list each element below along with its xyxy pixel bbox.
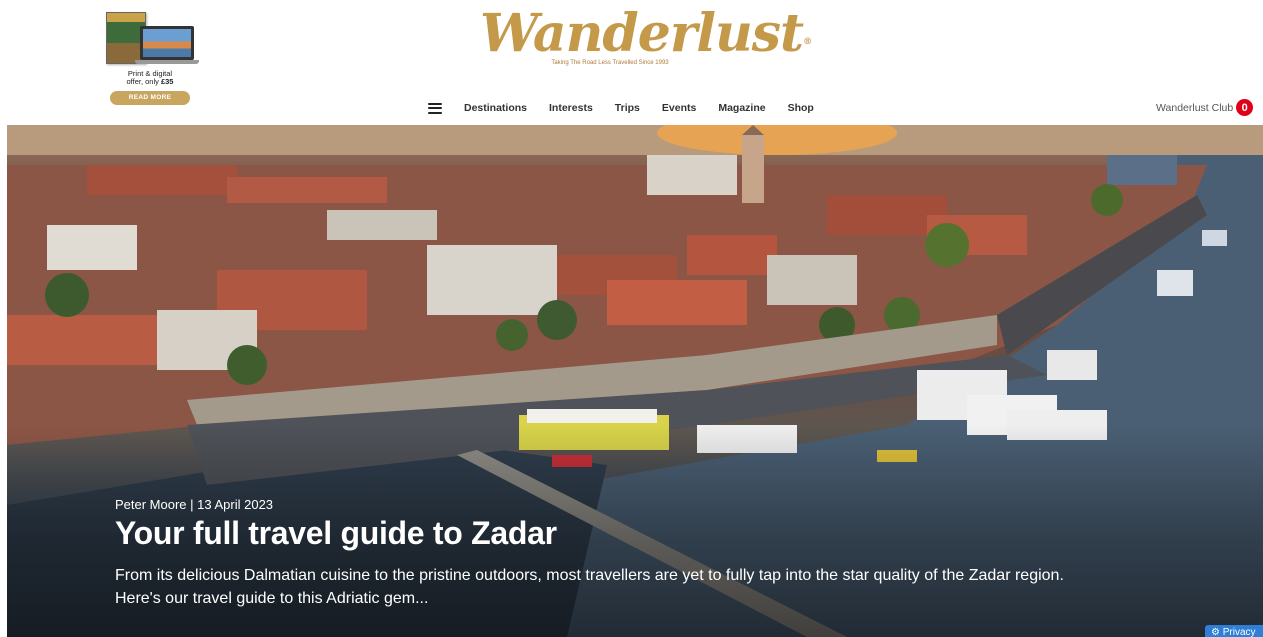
gear-icon: ⚙ [1211, 627, 1220, 637]
magazine-offer-image[interactable] [102, 10, 199, 66]
nav-magazine[interactable]: Magazine [718, 102, 765, 114]
hamburger-icon[interactable] [428, 102, 442, 114]
promo-text: Print & digital offer, only £35 [100, 70, 200, 86]
privacy-label: Privacy [1222, 627, 1256, 637]
article-title[interactable]: Your full travel guide to Zadar [115, 515, 557, 552]
wanderlust-club-link[interactable]: Wanderlust Club 0 [1156, 99, 1254, 116]
laptop-base [135, 60, 199, 64]
logo-wordmark: Wanderlust® [480, 6, 812, 62]
nav-shop[interactable]: Shop [788, 102, 814, 114]
read-more-button[interactable]: READ MORE [110, 91, 190, 105]
laptop-screen [140, 26, 194, 60]
club-label: Wanderlust Club [1156, 101, 1234, 114]
nav-trips[interactable]: Trips [615, 102, 640, 114]
site-logo[interactable]: Wanderlust® Taking The Road Less Travell… [480, 6, 812, 67]
promo-price: £35 [160, 77, 174, 86]
site-header: Print & digital offer, only £35 READ MOR… [0, 0, 1263, 125]
nav-events[interactable]: Events [662, 102, 696, 114]
article-summary: From its delicious Dalmatian cuisine to … [115, 567, 1064, 607]
hero-article[interactable]: Peter Moore | 13 April 2023 Your full tr… [7, 125, 1263, 637]
magazine-promo[interactable]: Print & digital offer, only £35 READ MOR… [100, 10, 200, 110]
article-meta: Peter Moore | 13 April 2023 [115, 497, 274, 512]
privacy-button[interactable]: ⚙ Privacy [1205, 625, 1263, 637]
nav-interests[interactable]: Interests [549, 102, 593, 114]
logo-text: Wanderlust [480, 3, 804, 64]
promo-offer-text: offer, only [126, 77, 161, 86]
nav-destinations[interactable]: Destinations [464, 102, 527, 114]
main-nav: Destinations Interests Trips Events Maga… [428, 100, 836, 116]
logo-registered: ® [803, 37, 812, 47]
club-count-badge: 0 [1236, 99, 1254, 116]
promo-line-2: offer, only £35 [100, 78, 200, 86]
